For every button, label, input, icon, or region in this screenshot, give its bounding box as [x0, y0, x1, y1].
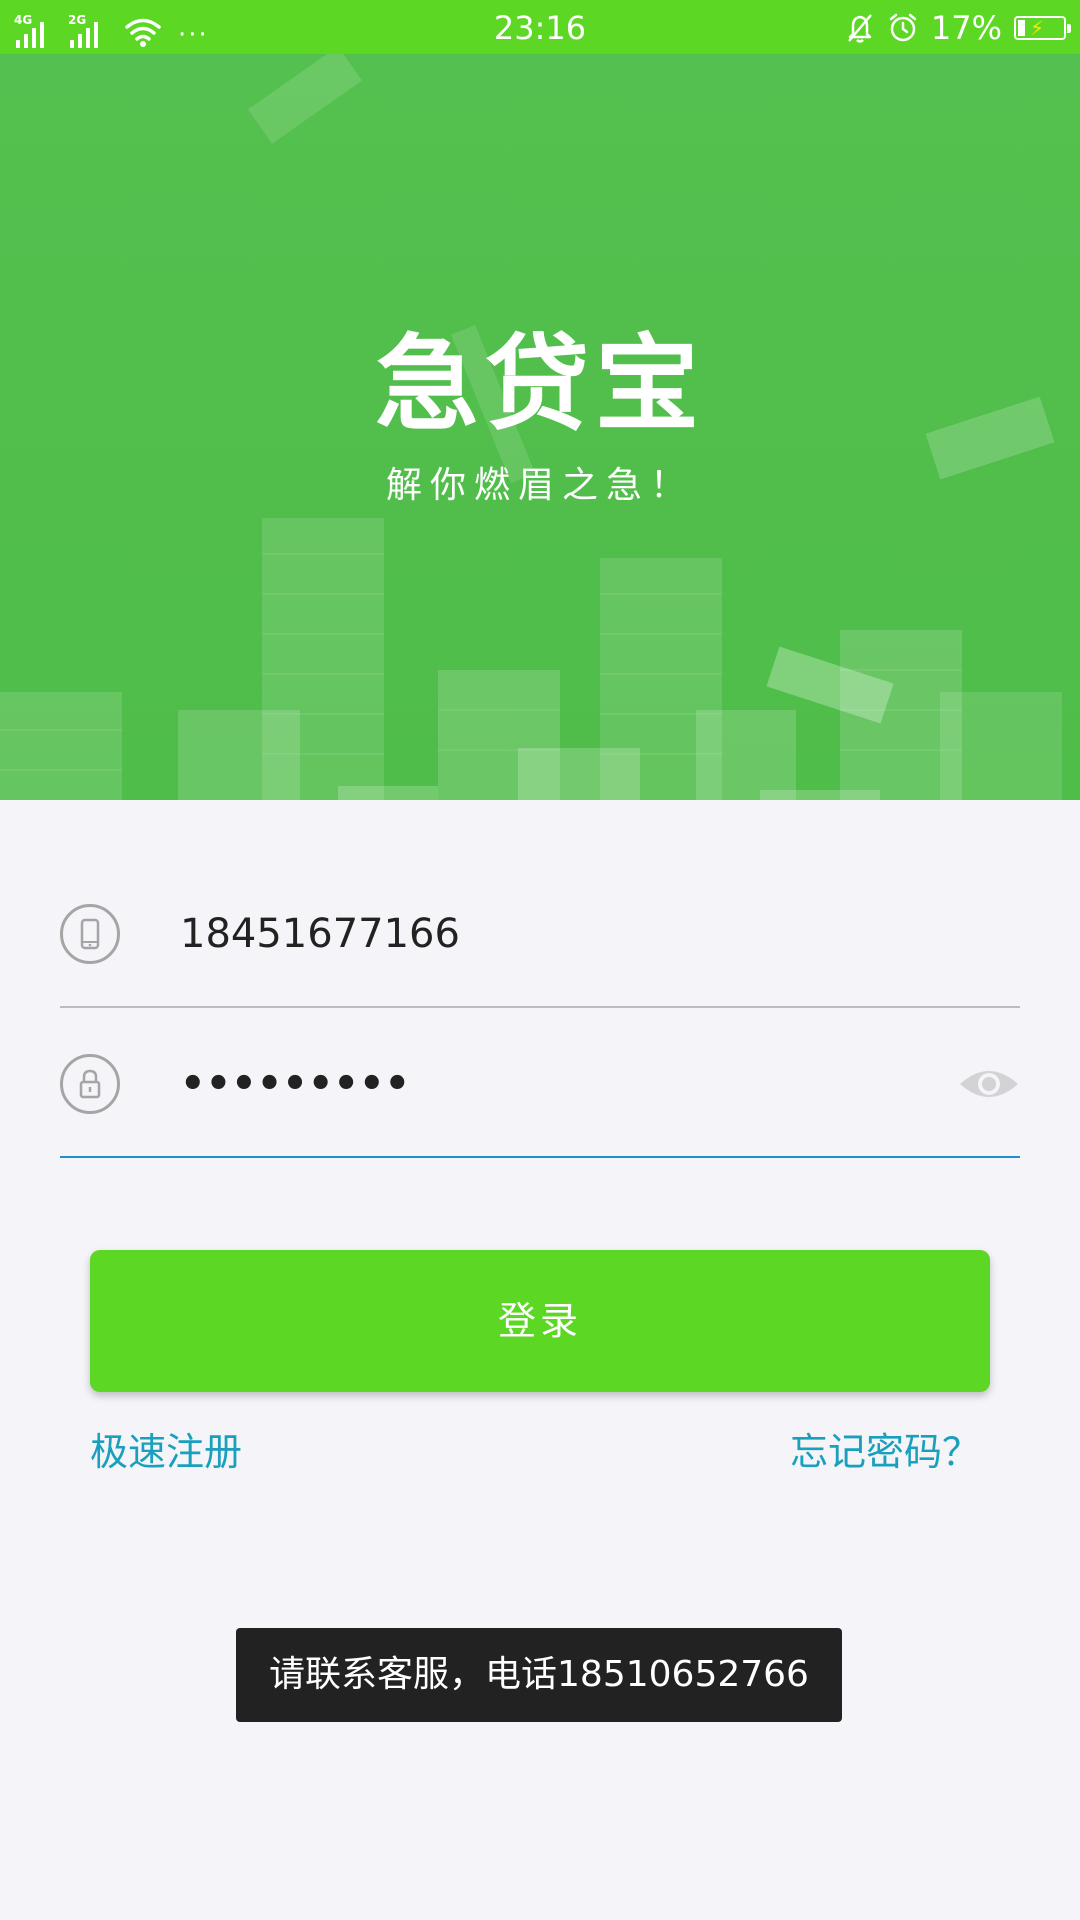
- password-field[interactable]: •••••••••: [60, 1010, 1020, 1158]
- battery-charging-icon: ⚡: [1014, 16, 1071, 40]
- password-underline: [60, 1156, 1020, 1158]
- app-title: 急贷宝: [374, 323, 705, 445]
- app-slogan: 解你燃眉之急！: [385, 465, 694, 506]
- phone-field[interactable]: 18451677166: [60, 860, 1020, 1008]
- notification-muted-icon: [847, 14, 872, 43]
- battery-percent: 17%: [930, 9, 1002, 47]
- lock-icon: [60, 1054, 120, 1114]
- hero-banner: 急贷宝 解你燃眉之急！: [0, 54, 1080, 800]
- battery-level: [1018, 20, 1025, 36]
- status-right: 17% ⚡: [845, 8, 1071, 48]
- alarm-icon: [889, 13, 917, 42]
- password-input[interactable]: •••••••••: [180, 1054, 410, 1114]
- phone-input[interactable]: 18451677166: [180, 904, 460, 964]
- forgot-password-link[interactable]: 忘记密码？: [790, 1424, 980, 1480]
- status-bar: 4G 2G ··· 23:16 17% ⚡: [0, 0, 1080, 54]
- register-link[interactable]: 极速注册: [90, 1424, 242, 1480]
- show-password-eye-icon[interactable]: [958, 1064, 1020, 1104]
- login-button[interactable]: 登录: [90, 1250, 990, 1392]
- charging-bolt-icon: ⚡: [1030, 16, 1045, 40]
- phone-icon: [60, 904, 120, 964]
- toast-message: 请联系客服，电话18510652766: [236, 1628, 842, 1722]
- app-root: 4G 2G ··· 23:16 17% ⚡ 急贷宝 解你燃眉之急！ 184516…: [0, 0, 1080, 1920]
- phone-underline: [60, 1006, 1020, 1008]
